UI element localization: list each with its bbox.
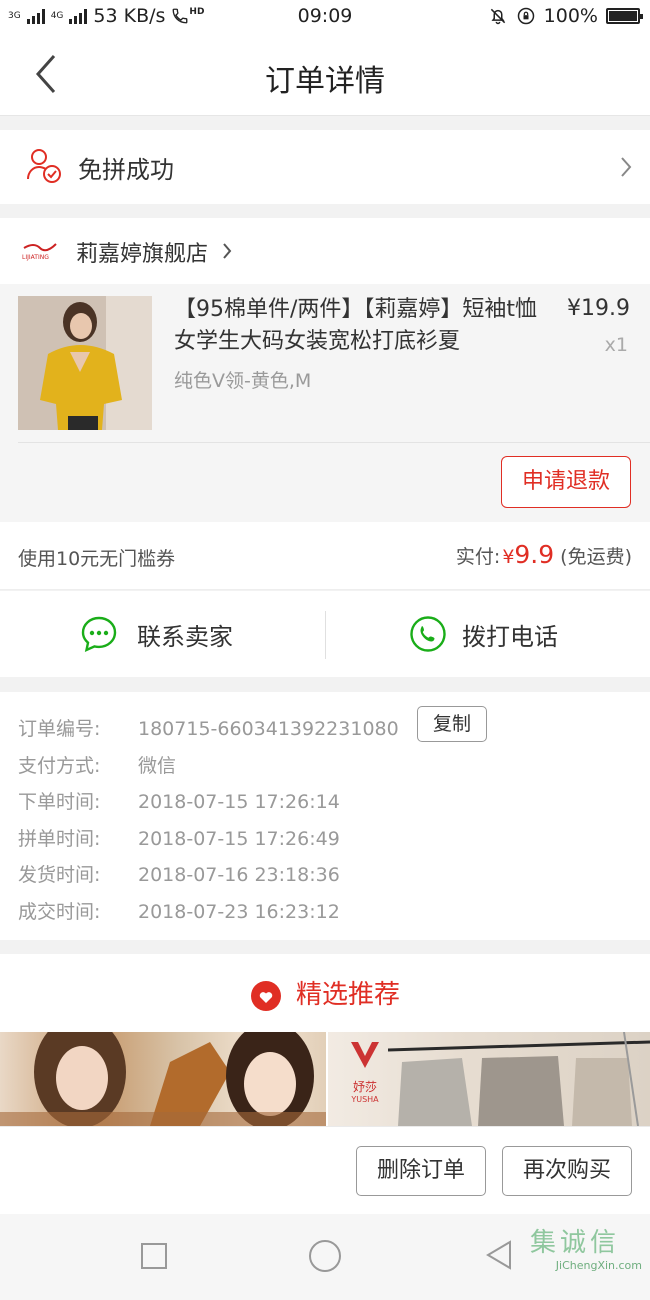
product-spec: 纯色V领-黄色,M	[174, 370, 312, 392]
system-nav-bar: 集诚信 JiChengXin.com	[0, 1214, 650, 1300]
order-actions: 删除订单 再次购买	[0, 1126, 650, 1214]
svg-text:LIJIATING: LIJIATING	[22, 254, 49, 261]
recent-apps-icon[interactable]	[140, 1242, 168, 1270]
chat-bubble-icon	[81, 616, 117, 653]
contact-seller-button[interactable]: 联系卖家	[0, 591, 325, 677]
ship-time-row: 发货时间: 2018-07-16 23:18:36	[18, 860, 340, 887]
product-item: 【95棉单件/两件】【莉嘉婷】短袖t恤女学生大码女装宽松打底衫夏 纯色V领-黄色…	[0, 284, 650, 522]
payment-method-row: 支付方式: 微信	[18, 751, 176, 778]
group-status-row[interactable]: 免拼成功	[0, 130, 650, 204]
refund-button[interactable]: 申请退款	[501, 456, 631, 508]
recommend-title-text: 精选推荐	[295, 980, 400, 1010]
order-number-row: 订单编号: 180715-660341392231080	[18, 714, 399, 741]
watermark-cn: 集诚信	[530, 1228, 621, 1258]
page-title: 订单详情	[265, 64, 385, 99]
paid-value: 9.9	[514, 540, 555, 569]
order-time-row: 下单时间: 2018-07-15 17:26:14	[18, 787, 340, 814]
paid-amount: 实付: ¥ 9.9 (免运费)	[456, 540, 632, 569]
back-triangle-icon[interactable]	[484, 1240, 514, 1270]
rotation-lock-icon	[517, 7, 534, 25]
shop-row[interactable]: LIJIATING 莉嘉婷旗舰店	[0, 218, 650, 284]
call-phone-label: 拨打电话	[462, 623, 558, 651]
product-quantity: x1	[604, 334, 628, 356]
contact-row: 联系卖家 拨打电话	[0, 591, 650, 677]
info-key: 发货时间:	[18, 864, 101, 886]
deal-time-row: 成交时间: 2018-07-23 16:23:12	[18, 897, 340, 924]
order-summary: 使用10元无门槛券 实付: ¥ 9.9 (免运费)	[0, 522, 650, 590]
heart-icon	[250, 980, 281, 1011]
info-value: 2018-07-16 23:18:36	[138, 864, 340, 886]
info-key: 拼单时间:	[18, 828, 101, 850]
order-info: 订单编号: 180715-660341392231080 复制 支付方式: 微信 下…	[0, 692, 650, 940]
battery-icon	[606, 8, 643, 24]
chevron-right-icon	[223, 243, 232, 259]
watermark-en: JiChengXin.com	[555, 1259, 642, 1272]
product-title[interactable]: 【95棉单件/两件】【莉嘉婷】短袖t恤女学生大码女装宽松打底衫夏	[174, 294, 544, 358]
call-phone-button[interactable]: 拨打电话	[325, 591, 650, 677]
info-value: 2018-07-15 17:26:49	[138, 828, 340, 850]
divider	[18, 442, 650, 443]
status-bar: 3G 4G 53 KB/s HD 09:09 100%	[0, 0, 650, 34]
brand-name-en: YUSHA	[351, 1095, 379, 1104]
product-image[interactable]	[18, 296, 152, 430]
mute-bell-icon	[490, 8, 505, 25]
info-value: 微信	[138, 755, 177, 777]
info-key: 订单编号:	[18, 718, 101, 740]
brand-name-cn: 妤莎	[352, 1080, 377, 1094]
chevron-right-icon	[621, 157, 632, 177]
info-key: 成交时间:	[18, 901, 101, 923]
home-icon[interactable]	[308, 1239, 342, 1273]
info-key: 下单时间:	[18, 791, 101, 813]
group-time-row: 拼单时间: 2018-07-15 17:26:49	[18, 824, 340, 851]
currency-symbol: ¥	[502, 546, 515, 568]
recommend-banner-right[interactable]: 妤莎 YUSHA	[328, 1032, 650, 1126]
recommend-banner-left[interactable]	[0, 1032, 326, 1126]
phone-icon	[410, 616, 446, 652]
info-value: 2018-07-23 16:23:12	[138, 901, 340, 923]
copy-button[interactable]: 复制	[417, 706, 487, 742]
nav-header: 订单详情	[0, 34, 650, 116]
shop-name: 莉嘉婷旗舰店	[76, 242, 209, 267]
group-status-label: 免拼成功	[78, 156, 174, 184]
coupon-text: 使用10元无门槛券	[18, 548, 176, 570]
paid-label: 实付:	[455, 546, 501, 568]
shop-logo: LIJIATING	[22, 243, 57, 261]
buy-again-button[interactable]: 再次购买	[502, 1146, 632, 1196]
group-success-icon	[27, 149, 61, 183]
recommend-section: 精选推荐 妤莎 YUSHA	[0, 954, 650, 1126]
product-price: ¥19.9	[567, 296, 630, 321]
order-number: 180715-660341392231080	[138, 718, 399, 740]
recommend-title: 精选推荐	[0, 974, 650, 1012]
brand-logo: 妤莎 YUSHA	[340, 1038, 390, 1120]
contact-seller-label: 联系卖家	[137, 623, 233, 651]
watermark-logo: 集诚信 JiChengXin.com	[530, 1222, 642, 1294]
status-right: 100%	[488, 5, 643, 27]
delete-order-button[interactable]: 删除订单	[356, 1146, 486, 1196]
battery-percent: 100%	[543, 5, 598, 27]
info-key: 支付方式:	[18, 755, 101, 777]
info-value: 2018-07-15 17:26:14	[138, 791, 340, 813]
shipping-note: (免运费)	[560, 546, 632, 568]
